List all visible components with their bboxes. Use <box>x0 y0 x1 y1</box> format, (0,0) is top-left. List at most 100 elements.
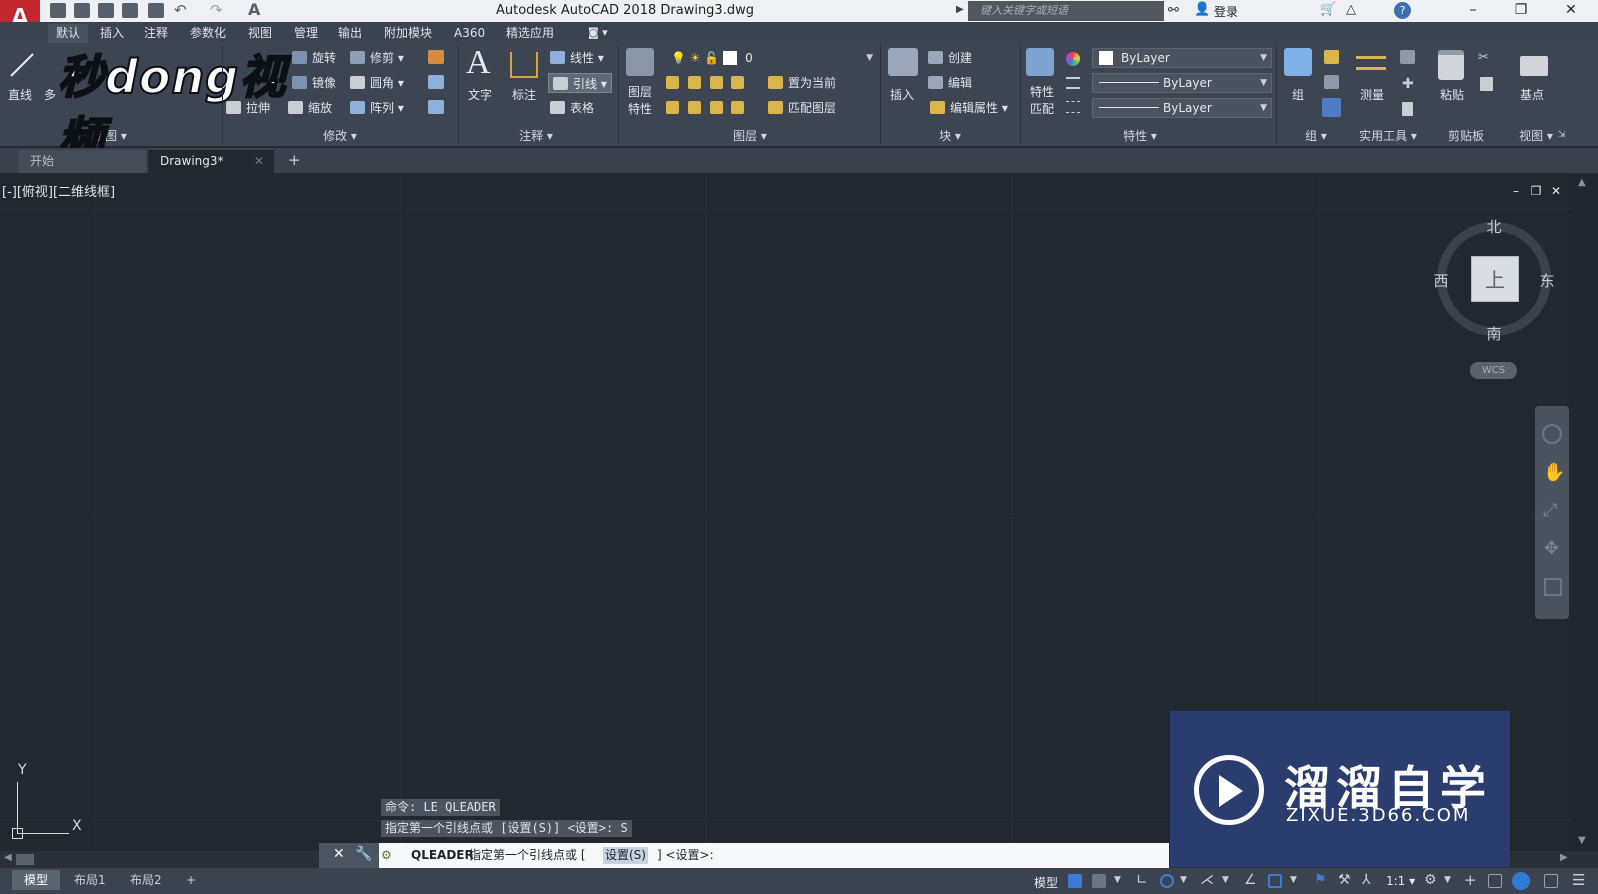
workspace-dropdown-icon[interactable]: ▼ <box>1444 875 1451 885</box>
measure-label[interactable]: 测量 <box>1360 86 1384 103</box>
layout-tab-model[interactable]: 模型 <box>12 870 61 890</box>
stretch-button[interactable]: 拉伸 <box>226 98 270 118</box>
units-icon[interactable] <box>1488 874 1502 888</box>
wcs-menu[interactable]: WCS <box>1470 362 1517 379</box>
layers-panel-label[interactable]: 图层 ▾ <box>710 127 790 145</box>
trim-button[interactable]: 修剪 ▾ <box>350 48 404 68</box>
line-tool-icon[interactable] <box>8 50 36 80</box>
polar-icon[interactable] <box>1160 874 1174 888</box>
exchange-icon[interactable]: △ <box>1346 2 1356 17</box>
object-snap-icon[interactable] <box>1268 874 1282 888</box>
viewport-close-button[interactable]: ✕ <box>1548 184 1564 198</box>
auto-scale-icon[interactable]: ⚒ <box>1338 872 1351 888</box>
compass-north[interactable]: 北 <box>1484 216 1504 237</box>
line-tool-label[interactable]: 直线 <box>8 86 32 103</box>
group-select-icon[interactable] <box>1322 98 1341 117</box>
orbit-icon[interactable]: ✥ <box>1544 538 1559 559</box>
camera-toggle-icon[interactable]: ◙ ▾ <box>588 26 608 39</box>
workspace-a-icon[interactable]: A <box>248 0 260 19</box>
groups-panel-label[interactable]: 组 ▾ <box>1296 127 1336 145</box>
match-properties-icon[interactable] <box>1026 48 1054 76</box>
login-button[interactable]: 登录 <box>1214 3 1238 20</box>
edit-block-button[interactable]: 编辑 <box>928 73 972 93</box>
annotation-panel-label[interactable]: 注释 ▾ <box>496 127 576 145</box>
view-panel-label[interactable]: 视图 ▾ <box>1508 127 1564 145</box>
open-file-icon[interactable] <box>74 3 90 18</box>
scroll-thumb[interactable] <box>16 854 34 865</box>
polar-dropdown-icon[interactable]: ▼ <box>1180 875 1187 885</box>
scroll-left-icon[interactable]: ◀ <box>4 852 12 863</box>
layer-freeze-icon[interactable] <box>709 76 723 89</box>
expand-arrow-icon[interactable]: ▶ <box>956 4 964 15</box>
showmotion-icon[interactable] <box>1544 578 1562 596</box>
tab-default[interactable]: 默认 <box>48 24 89 43</box>
zoom-extents-icon[interactable]: ⤢ <box>1543 500 1557 521</box>
dimension-label[interactable]: 标注 <box>512 86 536 103</box>
utilities-panel-label[interactable]: 实用工具 ▾ <box>1348 127 1428 145</box>
text-tool-label[interactable]: 文字 <box>468 86 492 103</box>
isodraft-icon[interactable]: ⋌ <box>1200 872 1214 888</box>
erase-icon[interactable] <box>428 50 444 64</box>
save-icon[interactable] <box>98 3 114 18</box>
color-wheel-icon[interactable] <box>1066 52 1080 66</box>
compass-south[interactable]: 南 <box>1484 323 1504 344</box>
tab-output[interactable]: 输出 <box>330 24 370 43</box>
modify-panel-label[interactable]: 修改 ▾ <box>300 127 380 145</box>
annotation-visibility-icon[interactable]: ⚑ <box>1314 872 1327 888</box>
start-tab[interactable]: 开始 <box>18 150 146 173</box>
polyline-tool-label[interactable]: 多 <box>44 86 56 103</box>
snap-dropdown-icon[interactable]: ▼ <box>1114 875 1121 885</box>
annotation-monitor-icon[interactable]: + <box>1464 871 1477 889</box>
add-layout-button[interactable]: + <box>174 870 208 890</box>
drawing-tab[interactable]: Drawing3* ✕ <box>148 150 274 173</box>
base-view-label[interactable]: 基点 <box>1520 86 1544 103</box>
clean-screen-icon[interactable] <box>1544 874 1558 888</box>
layer-thaw-icon[interactable] <box>709 101 723 114</box>
copy-clip-icon[interactable] <box>1480 77 1493 91</box>
layout-tab-layout1[interactable]: 布局1 <box>62 870 118 890</box>
viewport-controls-label[interactable]: [-][俯视][二维线框] <box>2 181 115 200</box>
steering-wheel-icon[interactable] <box>1542 424 1562 444</box>
layer-isolate-icon[interactable] <box>687 76 701 89</box>
rotate-button[interactable]: 旋转 <box>292 48 336 68</box>
new-file-icon[interactable] <box>50 3 66 18</box>
color-dropdown[interactable]: ByLayer ▼ <box>1092 48 1272 68</box>
fillet-button[interactable]: 圆角 ▾ <box>350 73 404 93</box>
command-line[interactable]: ⚙ QLEADER 指定第一个引线点或 [ 设置(S) ] <设置>: <box>319 843 1169 868</box>
vertical-scrollbar[interactable]: ▲ ▼ <box>1571 175 1598 851</box>
print-icon[interactable] <box>148 3 164 18</box>
pan-hand-icon[interactable]: ✋ <box>1543 462 1565 483</box>
lineweight-dropdown[interactable]: ByLayer ▼ <box>1092 98 1272 118</box>
command-close-icon[interactable]: ✕ <box>333 846 345 862</box>
lineweight-icon[interactable] <box>1066 101 1080 113</box>
model-space-button[interactable]: 模型 <box>1034 874 1058 891</box>
ungroup-icon[interactable] <box>1324 50 1339 64</box>
id-point-icon[interactable] <box>1400 50 1415 64</box>
layout-tab-layout2[interactable]: 布局2 <box>118 870 174 890</box>
linear-dim-button[interactable]: 线性 ▾ <box>550 48 604 68</box>
binoculars-icon[interactable]: ⚯ <box>1168 3 1179 18</box>
tab-annotate[interactable]: 注释 <box>136 24 176 43</box>
paste-label[interactable]: 粘贴 <box>1440 86 1464 103</box>
table-button[interactable]: 表格 <box>550 98 594 118</box>
restore-button[interactable]: ❐ <box>1498 0 1544 22</box>
help-icon[interactable]: ? <box>1394 2 1411 19</box>
cut-icon[interactable]: ✂ <box>1478 50 1489 65</box>
tab-parametric[interactable]: 参数化 <box>182 24 234 43</box>
viewcube-top-face[interactable]: 上 <box>1471 256 1519 302</box>
group-label[interactable]: 组 <box>1292 86 1304 103</box>
array-button[interactable]: 阵列 ▾ <box>350 98 404 118</box>
clipboard-panel-label[interactable]: 剪贴板 <box>1438 127 1494 145</box>
match-layer-button[interactable]: 匹配图层 <box>768 98 836 118</box>
redo-icon[interactable]: ↷ <box>210 1 223 19</box>
tab-addins[interactable]: 附加模块 <box>376 24 440 43</box>
tab-insert[interactable]: 插入 <box>92 24 132 43</box>
close-button[interactable]: ✕ <box>1548 0 1594 22</box>
text-tool-icon[interactable]: A <box>466 44 491 82</box>
linetype-dropdown[interactable]: ByLayer ▼ <box>1092 73 1272 93</box>
insert-block-label[interactable]: 插入 <box>890 86 914 103</box>
save-as-icon[interactable] <box>122 3 138 18</box>
block-panel-label[interactable]: 块 ▾ <box>920 127 980 145</box>
group-edit-icon[interactable] <box>1324 75 1339 89</box>
hardware-acceleration-icon[interactable] <box>1512 872 1530 890</box>
